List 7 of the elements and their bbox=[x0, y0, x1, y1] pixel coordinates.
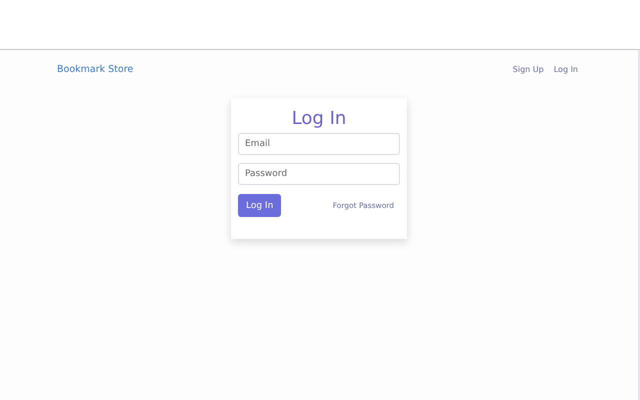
login-button[interactable]: Log In bbox=[238, 194, 282, 217]
input-field[interactable]: Email bbox=[238, 133, 400, 155]
nav-link[interactable]: Sign Up bbox=[512, 64, 544, 74]
login-title: Log In bbox=[290, 108, 348, 129]
nav-link[interactable]: Log In bbox=[554, 64, 578, 74]
brand-link[interactable]: Bookmark Store bbox=[57, 64, 134, 74]
input-field[interactable]: Password bbox=[238, 163, 400, 185]
